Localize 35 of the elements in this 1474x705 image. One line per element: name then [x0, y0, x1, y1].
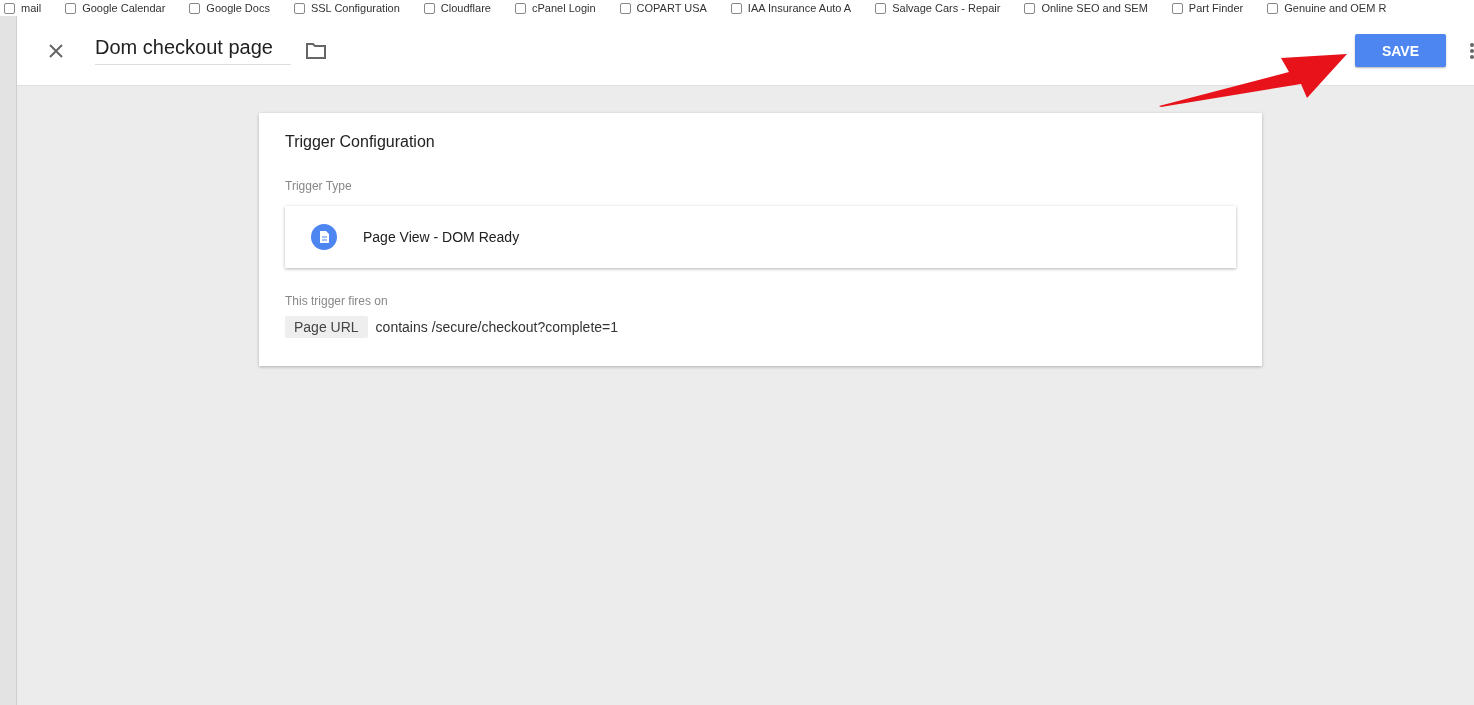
document-icon — [311, 224, 337, 250]
bookmark-link[interactable]: mail — [4, 2, 42, 14]
bookmark-link[interactable]: Google Calendar — [65, 2, 166, 14]
bookmark-link[interactable]: Salvage Cars - Repair — [875, 2, 1001, 14]
bookmark-icon — [1267, 2, 1279, 14]
bookmark-link[interactable]: Part Finder — [1171, 2, 1244, 14]
fires-on-label: This trigger fires on — [285, 294, 389, 308]
bookmark-icon — [619, 2, 631, 14]
trigger-type-selector[interactable]: Page View - DOM Ready — [285, 206, 1236, 268]
title-field[interactable]: Dom checkout page — [95, 36, 291, 65]
bookmark-icon — [1024, 2, 1036, 14]
bookmark-link[interactable]: Google Docs — [189, 2, 270, 14]
bookmark-icon — [4, 2, 15, 14]
condition-text: contains /secure/checkout?complete=1 — [375, 319, 619, 335]
bookmark-icon — [189, 2, 201, 14]
card-title: Trigger Configuration — [285, 133, 436, 151]
bookmark-icon — [423, 2, 435, 14]
trigger-type-label: Trigger Type — [285, 179, 353, 193]
bookmark-icon — [875, 2, 887, 14]
bookmark-link[interactable]: IAA Insurance Auto A — [730, 2, 852, 14]
variable-chip: Page URL — [285, 316, 368, 338]
bookmark-icon — [1171, 2, 1183, 14]
bookmark-icon — [65, 2, 77, 14]
bookmark-link[interactable]: Cloudflare — [423, 2, 491, 14]
bookmark-link[interactable]: COPART USA — [619, 2, 707, 14]
more-menu-icon[interactable] — [1470, 41, 1474, 60]
save-button[interactable]: SAVE — [1355, 34, 1446, 67]
bookmark-link[interactable]: Online SEO and SEM — [1024, 2, 1148, 14]
bookmark-link[interactable]: cPanel Login — [514, 2, 596, 14]
folder-icon[interactable] — [305, 41, 327, 60]
bookmark-icon — [514, 2, 526, 14]
bookmark-icon — [293, 2, 305, 14]
bookmark-icon — [730, 2, 742, 14]
bookmark-link[interactable]: SSL Configuration — [293, 2, 400, 14]
bookmark-link[interactable]: Genuine and OEM R — [1267, 2, 1387, 14]
